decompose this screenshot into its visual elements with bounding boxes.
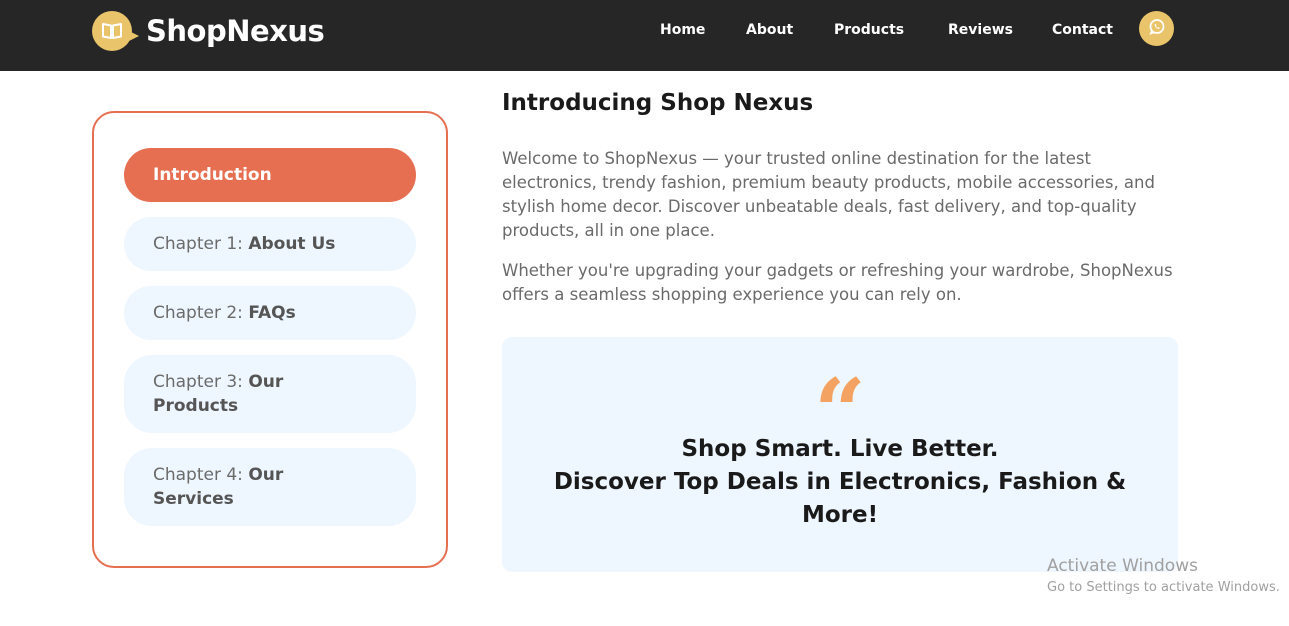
top-navbar: ShopNexus Home About Products Reviews Co… xyxy=(0,0,1289,71)
nav-about[interactable]: About xyxy=(746,22,793,38)
secondary-paragraph: Whether you're upgrading your gadgets or… xyxy=(502,261,1173,304)
sidebar-item-our-products[interactable]: Chapter 3: Our Products xyxy=(124,355,416,433)
sidebar-item-faqs[interactable]: Chapter 2: FAQs xyxy=(124,286,416,340)
sidebar-item-prefix: Chapter 2: xyxy=(153,303,249,323)
sidebar-item-prefix: Chapter 4: xyxy=(153,465,249,485)
whatsapp-button[interactable] xyxy=(1139,11,1174,46)
sidebar-item-text: Chapter 3: Our Products xyxy=(153,370,316,418)
quote-text: Shop Smart. Live Better. Discover Top De… xyxy=(522,433,1158,532)
brand-name: ShopNexus xyxy=(146,14,325,48)
sidebar-item-introduction[interactable]: Introduction xyxy=(124,148,416,202)
quote-line-2: Discover Top Deals in Electronics, Fashi… xyxy=(553,469,1127,528)
brand-logo[interactable]: ShopNexus xyxy=(92,11,325,51)
sidebar-item-about-us[interactable]: Chapter 1: About Us xyxy=(124,217,416,271)
nav-reviews[interactable]: Reviews xyxy=(948,22,1013,38)
activate-windows-watermark: Activate Windows Go to Settings to activ… xyxy=(1047,555,1280,599)
sidebar-item-text: Chapter 2: FAQs xyxy=(153,301,296,325)
quote-line-1: Shop Smart. Live Better. xyxy=(681,436,999,462)
watermark-title: Activate Windows xyxy=(1047,556,1198,576)
nav-contact[interactable]: Contact xyxy=(1052,22,1113,38)
sidebar-item-our-services[interactable]: Chapter 4: Our Services xyxy=(124,448,416,526)
sidebar-item-text: Chapter 4: Our Services xyxy=(153,463,316,511)
intro-paragraph: Welcome to ShopNexus — your trusted onli… xyxy=(502,149,1155,240)
sidebar-item-prefix: Chapter 1: xyxy=(153,234,249,254)
book-icon xyxy=(92,11,139,51)
sidebar-item-text: Chapter 1: About Us xyxy=(153,232,335,256)
whatsapp-icon xyxy=(1148,18,1166,40)
page-title: Introducing Shop Nexus xyxy=(502,90,814,116)
sidebar-item-label: FAQs xyxy=(248,303,296,323)
sidebar-item-prefix: Chapter 3: xyxy=(153,372,249,392)
nav-products[interactable]: Products xyxy=(834,22,904,38)
nav-home[interactable]: Home xyxy=(660,22,705,38)
sidebar-item-label: About Us xyxy=(248,234,336,254)
chapter-sidebar: Introduction Chapter 1: About Us Chapter… xyxy=(92,111,448,568)
quote-card: “ Shop Smart. Live Better. Discover Top … xyxy=(502,337,1178,572)
watermark-subtitle: Go to Settings to activate Windows. xyxy=(1047,580,1280,595)
sidebar-item-label: Introduction xyxy=(153,165,272,185)
